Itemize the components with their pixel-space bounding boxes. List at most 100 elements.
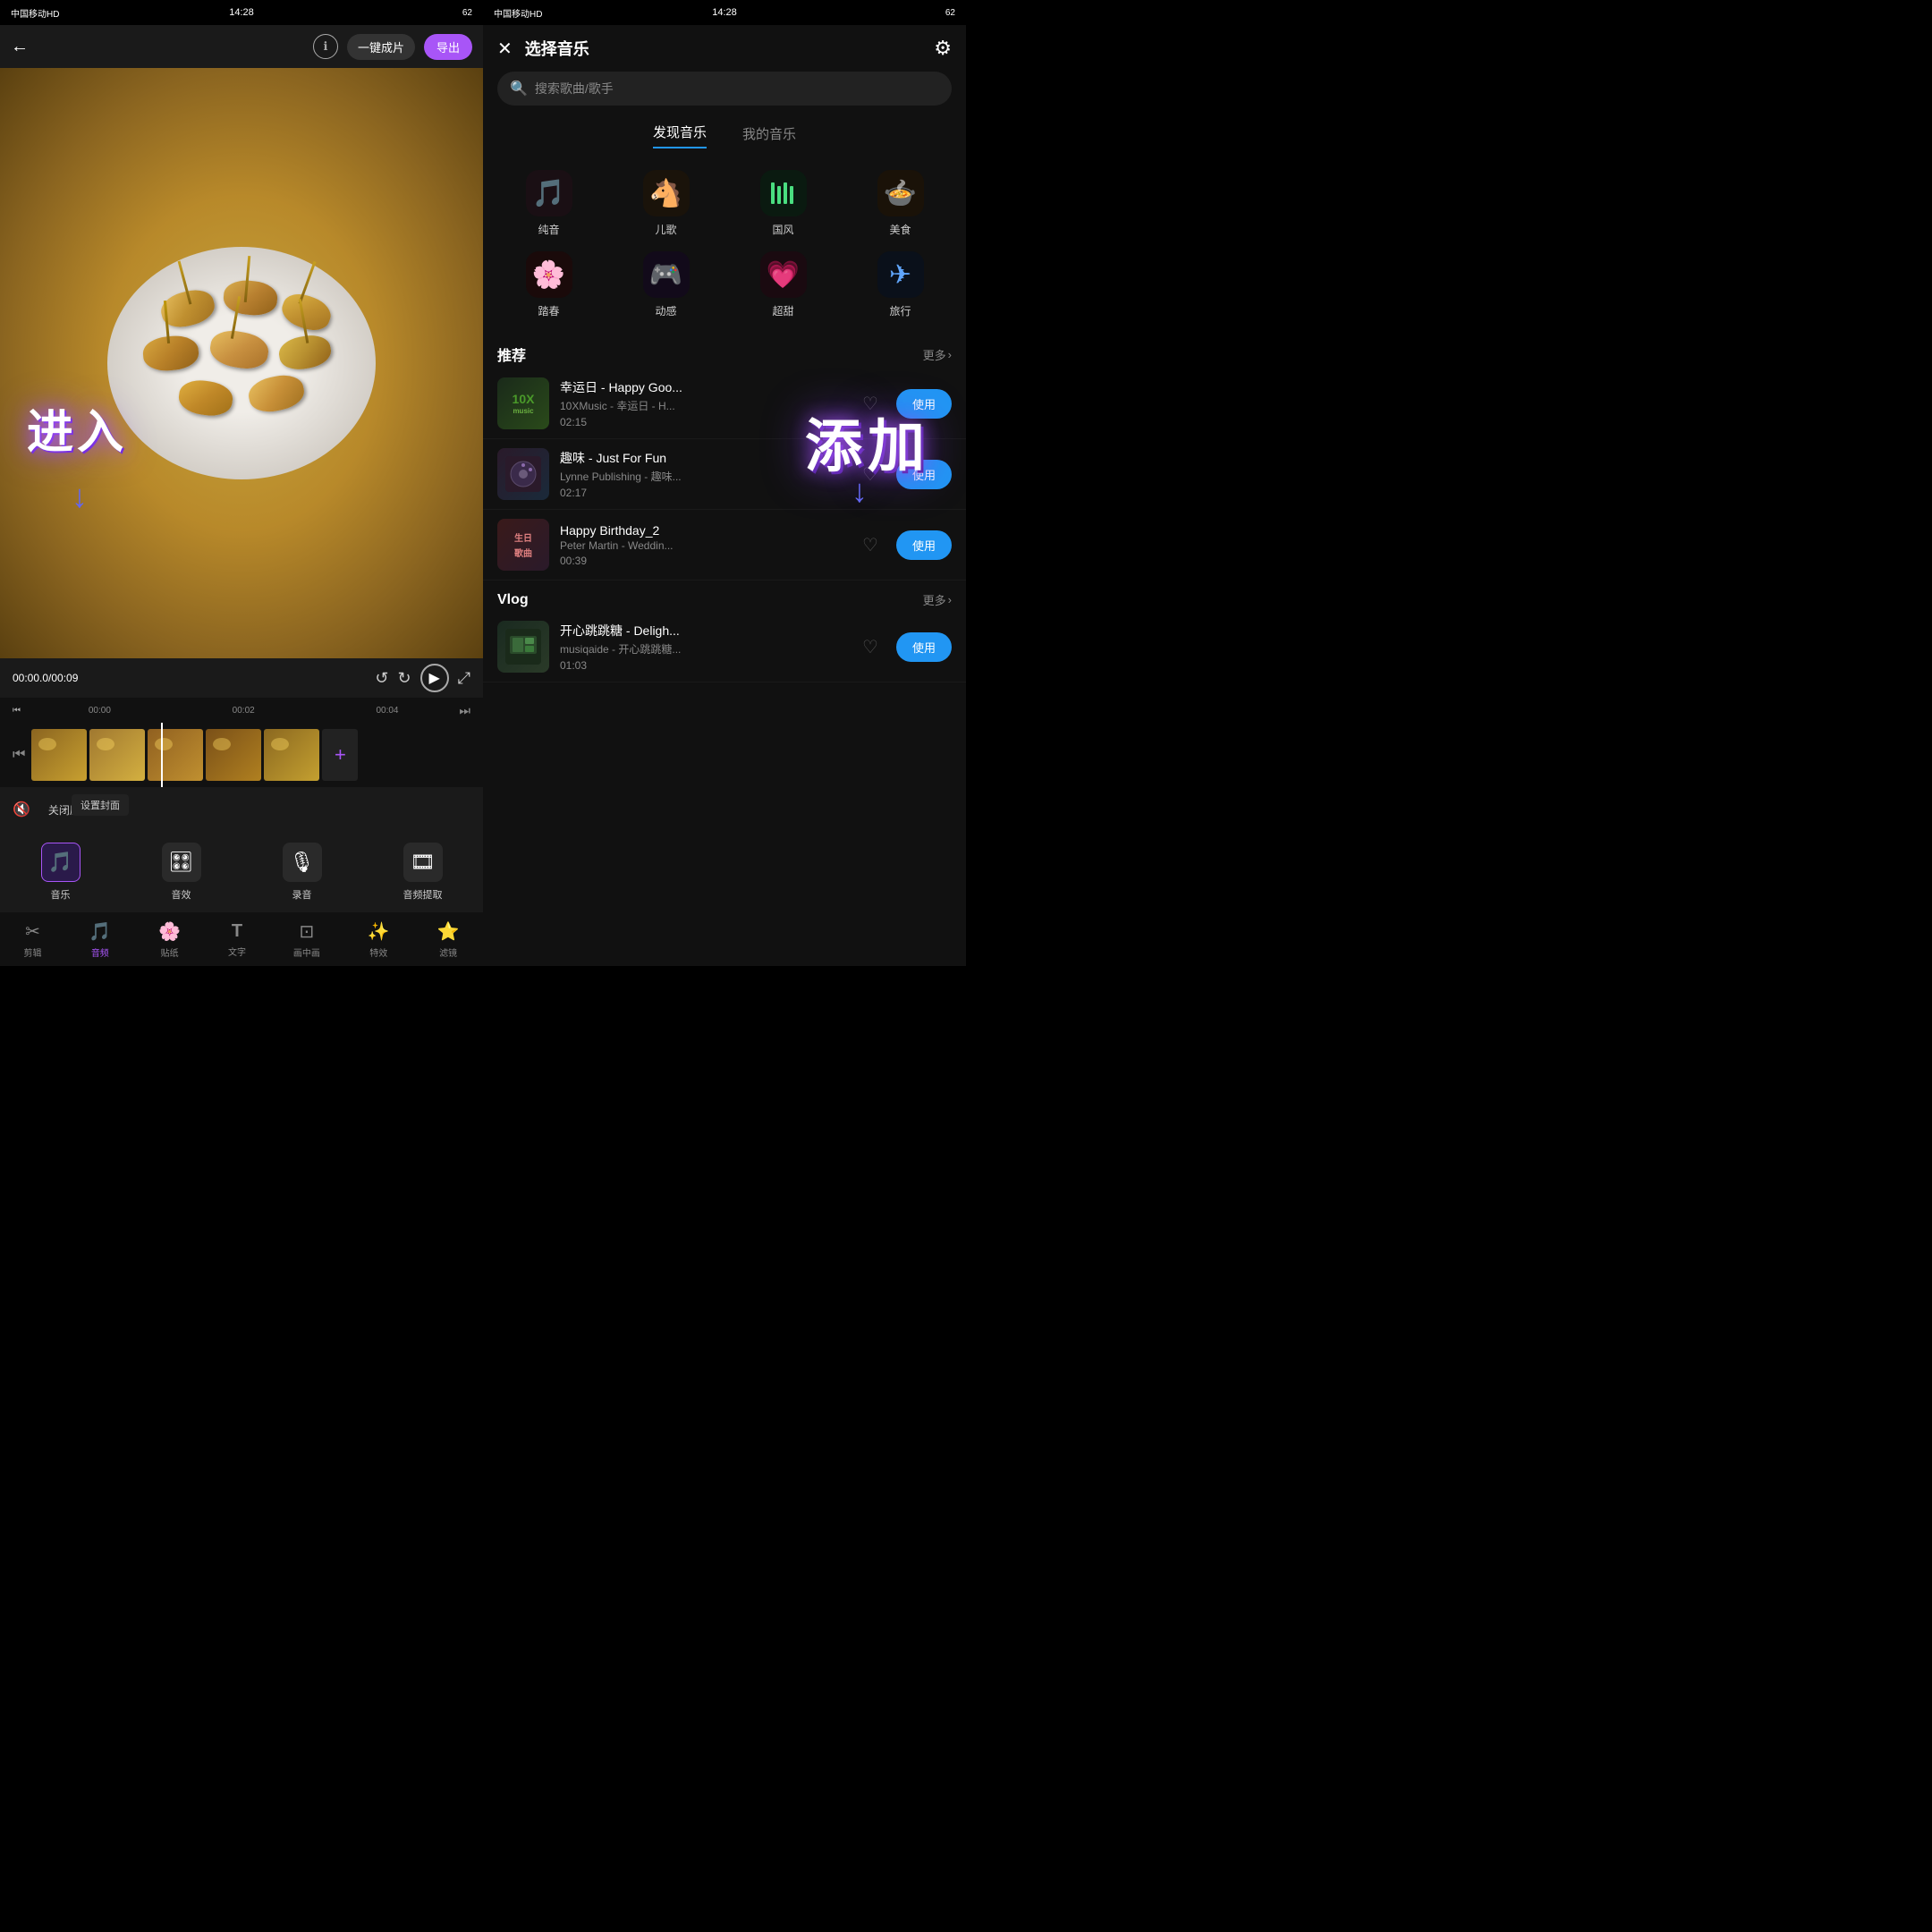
cat-spring[interactable]: 🌸 踏春: [490, 244, 607, 326]
info-button[interactable]: ℹ: [313, 34, 338, 59]
recommended-header: 推荐 更多 ›: [483, 336, 966, 369]
sticker-icon: 🌸: [158, 920, 181, 943]
tab-discover-music[interactable]: 发现音乐: [653, 123, 707, 148]
cat-pure-icon: 🎵: [526, 170, 572, 216]
back-button[interactable]: ←: [11, 37, 29, 57]
fun-thumb-icon: [505, 456, 541, 492]
use-button-3[interactable]: 使用: [896, 530, 952, 560]
vlog-song-artist-1: musiqaide - 开心跳跳糖...: [560, 641, 852, 657]
cover-label[interactable]: 设置封面: [72, 794, 129, 816]
text-icon: T: [232, 921, 242, 942]
right-top-bar: ✕ 选择音乐 ⚙: [483, 25, 966, 72]
cat-dynamic[interactable]: 🎮 动感: [607, 244, 724, 326]
quick-clip-button[interactable]: 一键成片: [347, 34, 415, 60]
right-battery: 62: [737, 8, 955, 18]
nav-effects[interactable]: ✨ 特效: [368, 920, 390, 959]
ruler-mark-4: 00:04: [316, 706, 460, 716]
video-thumb-1: [31, 729, 87, 781]
cat-pure-music[interactable]: 🎵 纯音: [490, 163, 607, 244]
vlog-item-1: 开心跳跳糖 - Deligh... musiqaide - 开心跳跳糖... 0…: [483, 612, 966, 682]
undo-button[interactable]: ↺: [375, 669, 388, 688]
cat-food-icon: 🍲: [877, 170, 924, 216]
song-thumb-2: [497, 448, 549, 500]
ruler-end-btn[interactable]: ⏭: [459, 703, 470, 718]
nav-audio[interactable]: 🎵 音频: [89, 920, 111, 959]
settings-button[interactable]: ⚙: [934, 37, 952, 60]
more-link[interactable]: 更多: [923, 346, 946, 363]
strip-start-btn[interactable]: ⏮: [13, 747, 25, 763]
food-video-frame: [0, 68, 483, 658]
search-input[interactable]: 搜索歌曲/歌手: [535, 80, 939, 97]
cat-travel[interactable]: ✈ 旅行: [842, 244, 959, 326]
search-icon: 🔍: [510, 80, 528, 97]
cat-travel-icon: ✈: [877, 251, 924, 298]
time-display: 00:00.0/00:09: [13, 672, 78, 684]
chevron-icon: ›: [948, 348, 952, 361]
cat-guofeng[interactable]: 国风: [724, 163, 842, 244]
cat-spring-icon: 🌸: [526, 251, 572, 298]
add-clip-button[interactable]: +: [322, 729, 358, 781]
food-item-5: [208, 327, 271, 373]
vlog-like-button-1[interactable]: ♡: [862, 636, 878, 658]
record-icon: 🎙: [283, 843, 322, 882]
vlog-thumb-1: [497, 621, 549, 673]
nav-text[interactable]: T 文字: [228, 921, 246, 958]
mute-icon[interactable]: 🔇: [13, 801, 30, 818]
cat-kids[interactable]: 🐴 儿歌: [607, 163, 724, 244]
info-icon: ℹ: [323, 39, 327, 54]
nav-filter[interactable]: ⭐ 滤镜: [437, 920, 460, 959]
play-button[interactable]: ▶: [420, 664, 449, 692]
export-button[interactable]: 导出: [424, 34, 472, 60]
song-name-3: Happy Birthday_2: [560, 523, 852, 538]
vlog-more-link[interactable]: 更多: [923, 591, 946, 608]
extract-icon: 🎞: [403, 843, 443, 882]
cut-icon: ✂: [25, 920, 40, 943]
vlog-use-button-1[interactable]: 使用: [896, 632, 952, 662]
video-strip: ⏮ +: [0, 723, 483, 787]
right-time: 14:28: [712, 7, 737, 18]
video-thumb-5: [264, 729, 319, 781]
cat-pure-label: 纯音: [538, 222, 559, 237]
song-duration-2: 02:17: [560, 487, 852, 499]
timeline-controls: 00:00.0/00:09 ↺ ↻ ▶ ⤢: [0, 658, 483, 698]
vlog-title: Vlog: [497, 592, 923, 608]
nav-sticker[interactable]: 🌸 贴纸: [158, 920, 181, 959]
page-title: 选择音乐: [525, 37, 589, 60]
vlog-song-info-1: 开心跳跳糖 - Deligh... musiqaide - 开心跳跳糖... 0…: [560, 622, 852, 672]
like-button-3[interactable]: ♡: [862, 534, 878, 556]
fullscreen-button[interactable]: ⤢: [458, 669, 470, 688]
redo-button[interactable]: ↻: [398, 669, 411, 688]
music-item-3: 生日 歌曲 Happy Birthday_2 Peter Martin - We…: [483, 510, 966, 580]
nav-cut[interactable]: ✂ 剪辑: [23, 920, 41, 959]
song-thumb-1: 10X music: [497, 377, 549, 429]
music-label: 音乐: [51, 887, 71, 902]
cat-food[interactable]: 🍲 美食: [842, 163, 959, 244]
music-tool[interactable]: 🎵 音乐: [41, 843, 80, 902]
video-thumb-4: [206, 729, 261, 781]
nav-pip[interactable]: ⊡ 画中画: [293, 920, 320, 959]
tab-my-music[interactable]: 我的音乐: [742, 124, 796, 148]
music-icon: 🎵: [41, 843, 80, 882]
close-button[interactable]: ✕: [497, 38, 513, 60]
record-tool[interactable]: 🎙 录音: [283, 843, 322, 902]
audio-extract-tool[interactable]: 🎞 音频提取: [403, 843, 443, 902]
search-bar: 🔍 搜索歌曲/歌手: [483, 72, 966, 113]
text-label: 文字: [228, 945, 246, 958]
sound-effect-tool[interactable]: 🎛 音效: [162, 843, 201, 902]
music-tabs: 发现音乐 我的音乐: [483, 113, 966, 152]
recommended-title: 推荐: [497, 343, 923, 365]
mute-section: 🔇 关闭原声 设置封面: [0, 787, 483, 832]
timeline-cursor: [161, 723, 163, 787]
ruler-track: 00:00 00:02 00:04: [28, 706, 459, 716]
vlog-song-duration-1: 01:03: [560, 659, 852, 672]
search-input-wrap[interactable]: 🔍 搜索歌曲/歌手: [497, 72, 952, 106]
video-thumb-3: [148, 729, 203, 781]
birthday-thumb-line2: 歌曲: [514, 546, 532, 559]
left-status-bar: 中国移动HD 14:28 62: [0, 0, 483, 25]
pip-icon: ⊡: [300, 920, 315, 943]
ruler-start-btn[interactable]: ⏮: [13, 706, 21, 716]
bottom-nav: ✂ 剪辑 🎵 音频 🌸 贴纸 T 文字 ⊡ 画中画 ✨ 特效 ⭐ 滤镜: [0, 912, 483, 966]
cat-sweet[interactable]: 💗 超甜: [724, 244, 842, 326]
cat-food-label: 美食: [889, 222, 911, 237]
record-label: 录音: [292, 887, 312, 902]
